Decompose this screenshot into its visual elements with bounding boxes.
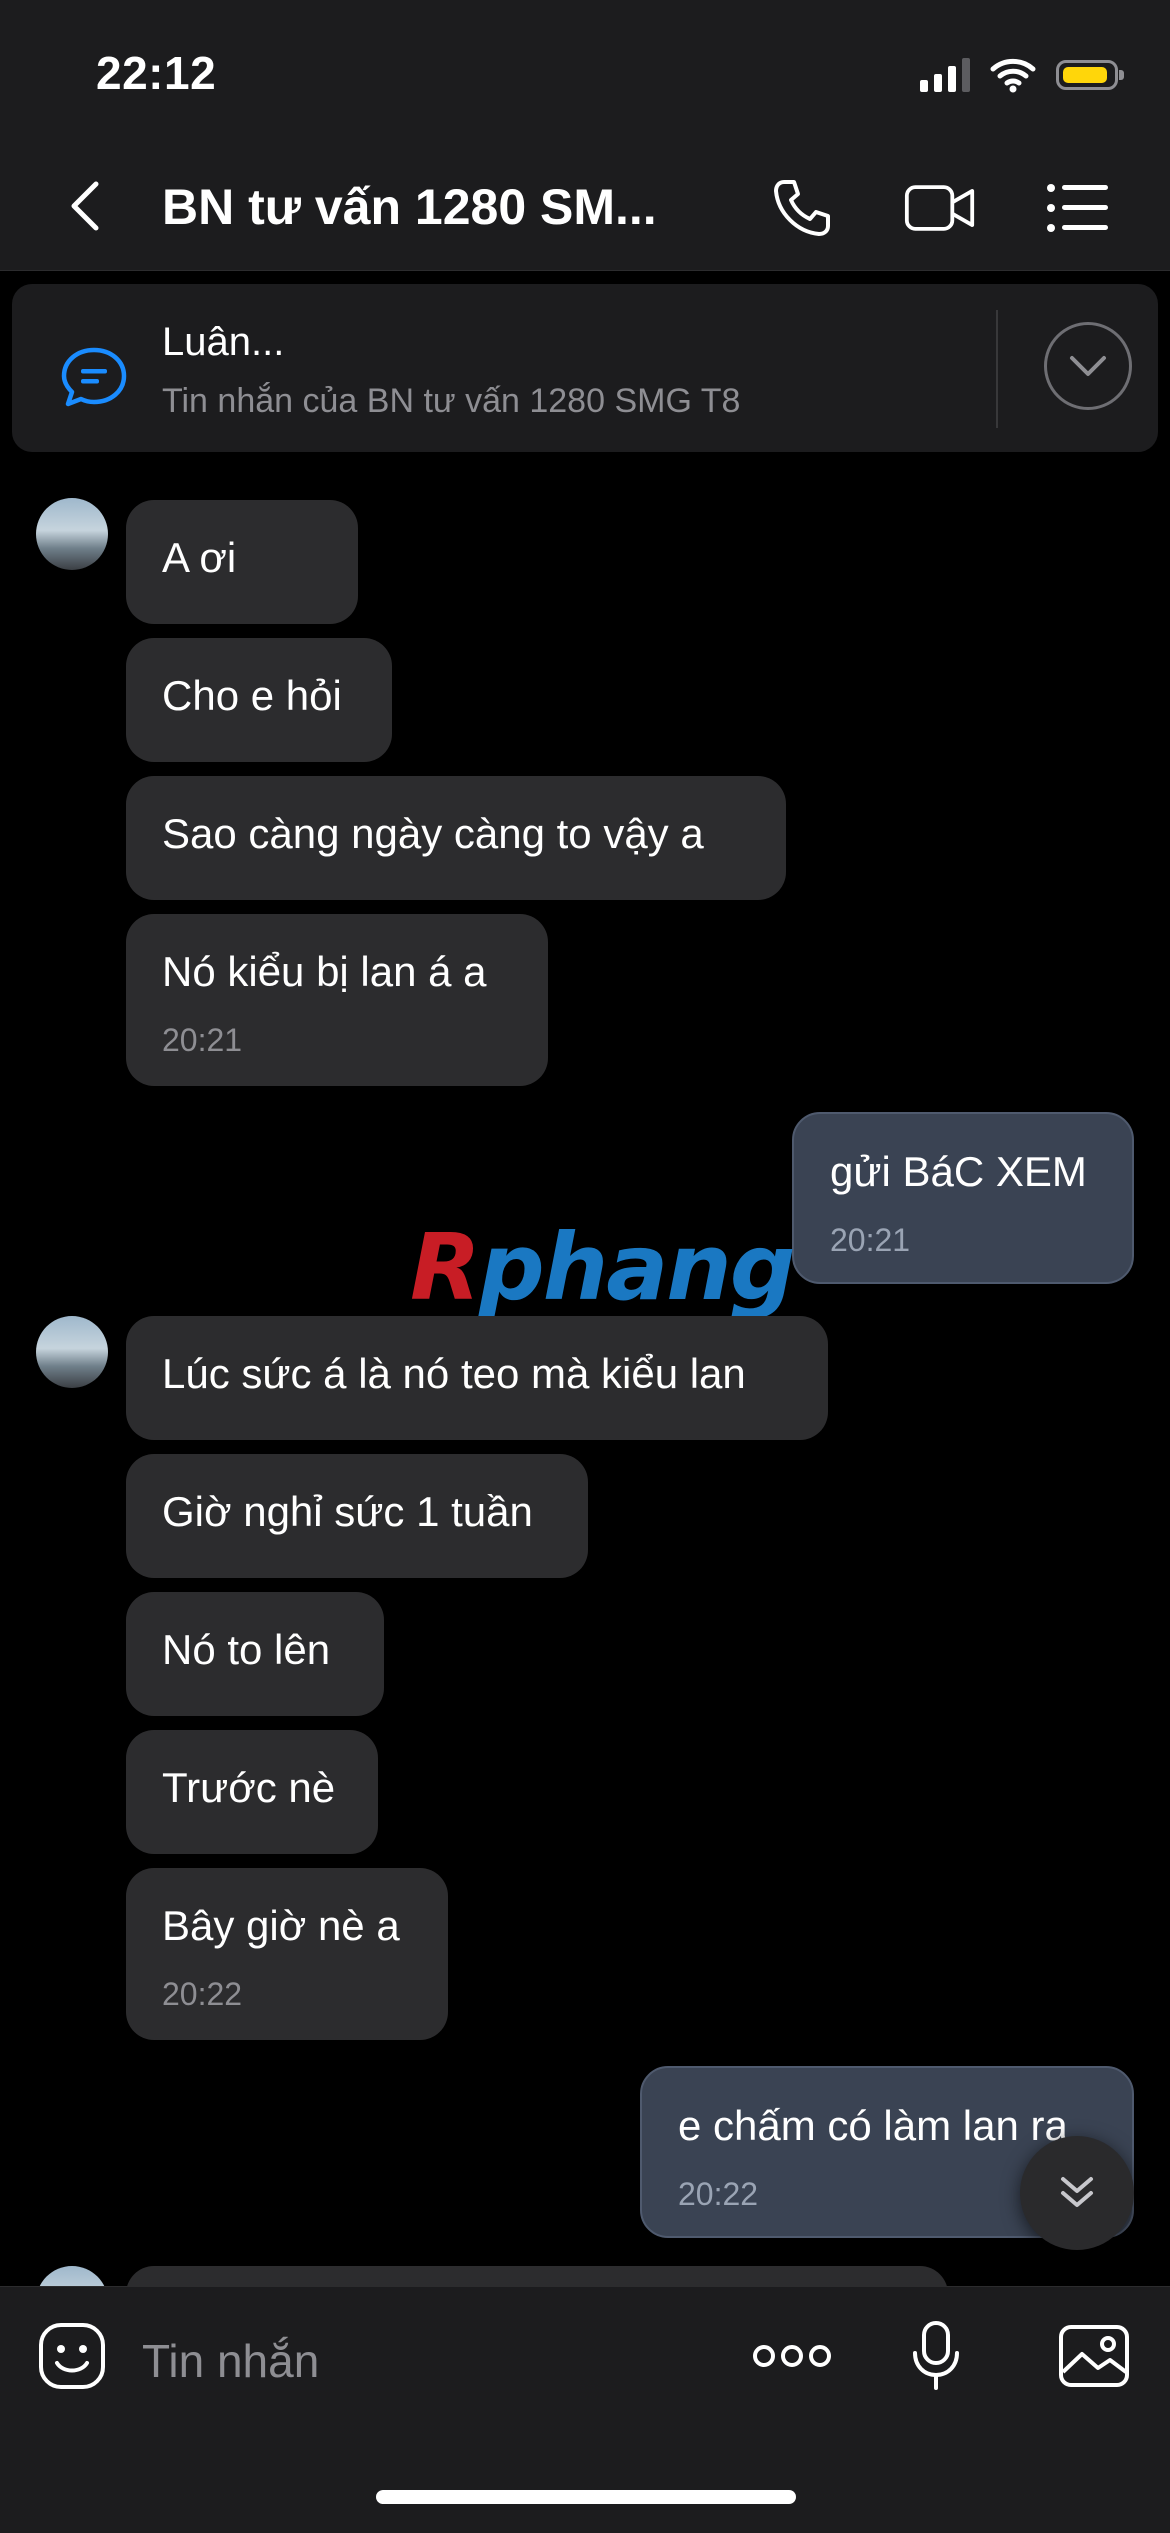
sticker-icon (39, 2323, 105, 2389)
message-bubble-incoming[interactable]: Nó kiểu bị lan á a 20:21 (126, 914, 548, 1086)
divider (996, 310, 998, 428)
pinned-title: Luân... (162, 320, 285, 364)
expand-pinned-button[interactable] (1044, 322, 1132, 410)
microphone-icon (913, 2321, 959, 2390)
message-text: Sao càng ngày càng to vậy a (162, 810, 704, 857)
message-text: Bây giờ nè a (162, 1902, 400, 1949)
cellular-signal-icon (920, 58, 970, 92)
chat-options-button[interactable] (1042, 172, 1114, 244)
message-time: 20:21 (830, 1222, 911, 1258)
menu-list-icon (1047, 184, 1108, 232)
watermark-logo: Rphang (410, 1214, 796, 1321)
message-text: Nó kiểu bị lan á a (162, 948, 487, 995)
message-text: Giờ nghỉ sức 1 tuần (162, 1488, 533, 1535)
double-chevron-down-icon (1061, 2177, 1093, 2207)
image-icon (1059, 2325, 1129, 2387)
more-dots-icon (753, 2345, 831, 2367)
home-indicator (376, 2490, 796, 2504)
message-bubble-incoming[interactable]: Sao càng ngày càng to vậy a (126, 776, 786, 900)
message-bubble-incoming[interactable]: A ơi (126, 500, 358, 624)
voice-record-button[interactable] (898, 2318, 974, 2394)
message-input[interactable]: Tin nhắn (142, 2334, 319, 2388)
gallery-button[interactable] (1056, 2318, 1132, 2394)
message-text: e chấm có làm lan ra (678, 2102, 1068, 2149)
scroll-to-bottom-button[interactable] (1020, 2136, 1134, 2250)
message-text: Trước nè (162, 1764, 336, 1811)
message-icon (52, 336, 136, 420)
message-bubble-incoming[interactable]: Nó to lên (126, 1592, 384, 1716)
battery-icon (1056, 60, 1124, 90)
avatar[interactable] (36, 498, 108, 570)
message-text: Cho e hỏi (162, 672, 342, 719)
message-text: Nó to lên (162, 1626, 331, 1673)
chevron-down-icon (1070, 356, 1106, 376)
message-time: 20:21 (162, 1022, 243, 1058)
voice-call-button[interactable] (766, 172, 838, 244)
more-options-button[interactable] (752, 2318, 832, 2394)
video-call-button[interactable] (904, 172, 976, 244)
video-camera-icon (904, 185, 975, 231)
message-bubble-outgoing[interactable]: gửi BáC XEM 20:21 (792, 1112, 1134, 1284)
phone-icon (774, 180, 830, 236)
back-button[interactable] (60, 178, 116, 234)
pinned-message-banner[interactable]: Luân... Tin nhắn của BN tư vấn 1280 SMG … (12, 284, 1158, 452)
message-bubble-incoming[interactable]: Lúc sức á là nó teo mà kiểu lan (126, 1316, 828, 1440)
message-text: gửi BáC XEM (830, 1148, 1087, 1195)
avatar[interactable] (36, 1316, 108, 1388)
chat-title[interactable]: BN tư vấn 1280 SM... (162, 178, 682, 236)
message-text: A ơi (162, 534, 237, 581)
status-icons (920, 50, 1124, 100)
message-time: 20:22 (162, 1976, 243, 2012)
message-time: 20:22 (678, 2176, 759, 2212)
chevron-left-icon (71, 181, 99, 231)
sticker-button[interactable] (34, 2318, 110, 2394)
wifi-icon (990, 58, 1036, 93)
status-time: 22:12 (96, 47, 217, 99)
message-text: Lúc sức á là nó teo mà kiểu lan (162, 1350, 746, 1397)
pinned-subtitle: Tin nhắn của BN tư vấn 1280 SMG T8 (162, 382, 741, 420)
message-bubble-incoming[interactable]: Cho e hỏi (126, 638, 392, 762)
message-bubble-incoming[interactable]: Giờ nghỉ sức 1 tuần (126, 1454, 588, 1578)
message-bubble-incoming[interactable]: Bây giờ nè a 20:22 (126, 1868, 448, 2040)
message-bubble-incoming[interactable]: Trước nè (126, 1730, 378, 1854)
